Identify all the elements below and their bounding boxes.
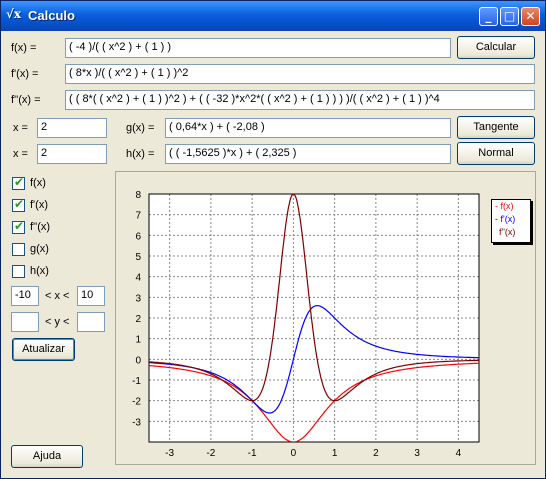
- f-input[interactable]: ( -4 )/( ( x^2 ) + ( 1 ) ): [65, 38, 451, 58]
- h-label: h(x) =: [126, 148, 155, 160]
- window-title: Calculo: [28, 8, 75, 23]
- checkbox-fp-label: f'(x): [30, 199, 48, 211]
- checkbox-fpp[interactable]: ✔: [12, 219, 25, 234]
- normal-x-label: x =: [13, 148, 28, 160]
- x-max-input[interactable]: 10: [77, 286, 105, 306]
- checkbox-g-label: g(x): [30, 243, 49, 255]
- minimize-button[interactable]: _: [479, 7, 498, 26]
- check-icon: ✔: [14, 197, 25, 211]
- fp-label: f'(x) =: [11, 68, 39, 80]
- checkbox-h-label: h(x): [30, 265, 49, 277]
- title-bar[interactable]: √x Calculo _ □ ✕: [1, 1, 545, 31]
- y-range-label: < y <: [45, 316, 70, 328]
- calculo-window: √x Calculo _ □ ✕ f(x) = ( -4 )/( ( x^2 )…: [0, 0, 546, 479]
- normal-button[interactable]: Normal: [457, 142, 535, 165]
- f-label: f(x) =: [11, 42, 37, 54]
- check-icon: ✔: [14, 175, 25, 189]
- x-range-label: < x <: [45, 290, 70, 302]
- checkbox-f-label: f(x): [30, 177, 46, 189]
- normal-x-input[interactable]: 2: [37, 144, 107, 164]
- x-min-input[interactable]: -10: [11, 286, 39, 306]
- g-input[interactable]: ( 0,64*x ) + ( -2,08 ): [165, 118, 451, 138]
- checkbox-fpp-label: f''(x): [30, 221, 51, 233]
- y-min-input[interactable]: [11, 312, 39, 332]
- h-input[interactable]: ( ( -1,5625 )*x ) + ( 2,325 ): [165, 144, 451, 164]
- fpp-label: f''(x) =: [11, 94, 41, 106]
- checkbox-g[interactable]: [12, 243, 25, 256]
- maximize-button[interactable]: □: [500, 7, 519, 26]
- plot-area: [149, 194, 479, 442]
- chart-legend: - f(x) - f'(x) f''(x): [491, 199, 531, 243]
- tangente-button[interactable]: Tangente: [457, 116, 535, 139]
- y-max-input[interactable]: [77, 312, 105, 332]
- fpp-input[interactable]: ( ( 8*( ( x^2 ) + ( 1 ) )^2 ) + ( ( -32 …: [65, 90, 535, 110]
- g-label: g(x) =: [126, 122, 155, 134]
- legend-fp: - f'(x): [495, 214, 516, 224]
- legend-f: - f(x): [495, 201, 514, 211]
- checkbox-f[interactable]: ✔: [12, 175, 25, 190]
- ajuda-button[interactable]: Ajuda: [11, 445, 83, 468]
- tangent-x-input[interactable]: 2: [37, 118, 107, 138]
- fp-input[interactable]: ( 8*x )/( ( x^2 ) + ( 1 ) )^2: [65, 64, 535, 84]
- checkbox-h[interactable]: [12, 265, 25, 278]
- sqrt-x-icon: √x: [6, 7, 22, 21]
- checkbox-fp[interactable]: ✔: [12, 197, 25, 212]
- calcular-button[interactable]: Calcular: [457, 36, 535, 59]
- check-icon: ✔: [14, 219, 25, 233]
- atualizar-button[interactable]: Atualizar: [12, 338, 75, 361]
- tangent-x-label: x =: [13, 122, 28, 134]
- close-button[interactable]: ✕: [521, 7, 540, 26]
- legend-fpp: f''(x): [499, 227, 516, 237]
